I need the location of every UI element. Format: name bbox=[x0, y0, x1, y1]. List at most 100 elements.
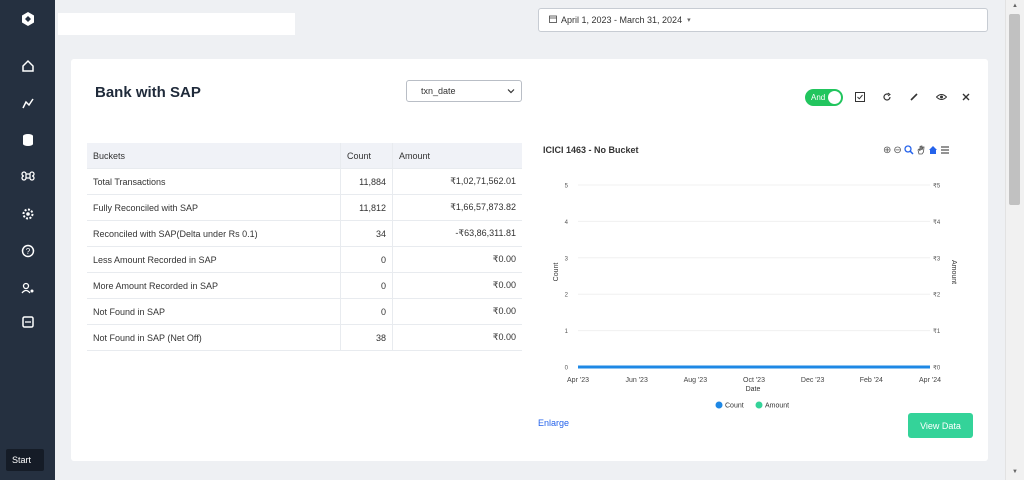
sidebar: ? Start bbox=[0, 0, 55, 480]
scroll-thumb[interactable] bbox=[1009, 14, 1020, 205]
chart-title: ICICI 1463 - No Bucket bbox=[543, 145, 639, 155]
table-row[interactable]: Less Amount Recorded in SAP 0 ₹0.00 bbox=[87, 246, 522, 273]
y2-tick-label: ₹5 bbox=[933, 183, 941, 190]
legend-label-amount: Amount bbox=[765, 403, 789, 410]
home-icon[interactable] bbox=[0, 55, 55, 77]
table-row[interactable]: More Amount Recorded in SAP 0 ₹0.00 bbox=[87, 272, 522, 299]
reset-home-icon[interactable] bbox=[928, 145, 938, 158]
toggle-label: And bbox=[811, 93, 826, 102]
count-cell: 11,812 bbox=[340, 194, 393, 221]
enlarge-link[interactable]: Enlarge bbox=[538, 418, 569, 428]
column-header-buckets[interactable]: Buckets bbox=[87, 143, 341, 169]
checkbox-icon[interactable] bbox=[853, 90, 867, 104]
date-range-value: April 1, 2023 - March 31, 2024 bbox=[561, 15, 683, 25]
refresh-icon[interactable] bbox=[880, 90, 894, 104]
y-tick-label: 0 bbox=[565, 366, 569, 372]
amount-cell: ₹0.00 bbox=[392, 324, 522, 351]
command-icon[interactable] bbox=[0, 165, 55, 187]
bucket-cell: Not Found in SAP bbox=[87, 298, 341, 325]
bucket-cell: More Amount Recorded in SAP bbox=[87, 272, 341, 299]
date-range-picker[interactable]: April 1, 2023 - March 31, 2024 ▾ bbox=[538, 8, 988, 32]
amount-cell: ₹1,66,57,873.82 bbox=[392, 194, 522, 221]
count-cell: 0 bbox=[340, 246, 393, 273]
pan-hand-icon[interactable] bbox=[916, 145, 926, 158]
x-axis-label: Date bbox=[746, 386, 761, 393]
legend-marker-count bbox=[715, 401, 723, 409]
view-data-button[interactable]: View Data bbox=[908, 413, 973, 438]
amount-cell: ₹0.00 bbox=[392, 298, 522, 325]
zoom-in-icon[interactable]: ⊕ bbox=[883, 145, 891, 158]
legend-marker-amount bbox=[755, 401, 763, 409]
y-tick-label: 2 bbox=[565, 293, 569, 299]
edit-icon[interactable] bbox=[907, 90, 921, 104]
page-scrollbar[interactable]: ▲ ▼ bbox=[1005, 0, 1024, 480]
count-cell: 0 bbox=[340, 298, 393, 325]
column-header-count[interactable]: Count bbox=[340, 143, 393, 169]
users-icon[interactable] bbox=[0, 277, 55, 299]
top-search-area[interactable] bbox=[58, 13, 295, 35]
scroll-down-arrow-icon[interactable]: ▼ bbox=[1006, 466, 1024, 478]
bucket-cell: Fully Reconciled with SAP bbox=[87, 194, 341, 221]
svg-text:?: ? bbox=[25, 247, 30, 256]
table-row[interactable]: Total Transactions 11,884 ₹1,02,71,562.01 bbox=[87, 168, 522, 195]
y-tick-label: 3 bbox=[565, 256, 569, 262]
y2-axis-label: Amount bbox=[950, 260, 957, 284]
chevron-down-icon bbox=[507, 87, 515, 97]
bucket-cell: Total Transactions bbox=[87, 168, 341, 195]
y2-tick-label: ₹3 bbox=[933, 255, 941, 262]
x-tick-label: Feb '24 bbox=[860, 377, 883, 384]
chart-toolbar: ⊕ ⊖ bbox=[883, 145, 950, 158]
bucket-cell: Reconciled with SAP(Delta under Rs 0.1) bbox=[87, 220, 341, 247]
y2-tick-label: ₹0 bbox=[933, 365, 941, 372]
table-row[interactable]: Reconciled with SAP(Delta under Rs 0.1) 3… bbox=[87, 220, 522, 247]
count-cell: 34 bbox=[340, 220, 393, 247]
calendar-icon bbox=[549, 15, 557, 25]
scroll-up-arrow-icon[interactable]: ▲ bbox=[1006, 0, 1024, 12]
magnify-icon[interactable] bbox=[904, 145, 914, 158]
amount-cell: -₹63,86,311.81 bbox=[392, 220, 522, 247]
column-header-amount[interactable]: Amount bbox=[392, 143, 522, 169]
count-cell: 38 bbox=[340, 324, 393, 351]
buckets-table: Buckets Count Amount Total Transactions 1… bbox=[87, 143, 522, 351]
chart-menu-icon[interactable] bbox=[940, 145, 950, 158]
y-tick-label: 5 bbox=[565, 184, 569, 190]
logo-icon[interactable] bbox=[0, 8, 55, 30]
date-field-select[interactable]: txn_date bbox=[406, 80, 522, 102]
y2-tick-label: ₹1 bbox=[933, 328, 941, 335]
database-icon[interactable] bbox=[0, 129, 55, 151]
y-tick-label: 1 bbox=[565, 329, 569, 335]
y2-tick-label: ₹4 bbox=[933, 219, 941, 226]
y-axis-label: Count bbox=[553, 263, 560, 282]
x-tick-label: Aug '23 bbox=[684, 377, 708, 384]
caret-down-icon: ▾ bbox=[687, 17, 691, 24]
legend-label-count: Count bbox=[725, 403, 744, 410]
close-icon[interactable] bbox=[959, 90, 973, 104]
analytics-icon[interactable] bbox=[0, 92, 55, 114]
bucket-cell: Not Found in SAP (Net Off) bbox=[87, 324, 341, 351]
x-tick-label: Apr '23 bbox=[567, 377, 589, 384]
count-cell: 0 bbox=[340, 272, 393, 299]
table-row[interactable]: Not Found in SAP 0 ₹0.00 bbox=[87, 298, 522, 325]
x-tick-label: Apr '24 bbox=[919, 377, 941, 384]
help-icon[interactable]: ? bbox=[0, 240, 55, 262]
y-tick-label: 4 bbox=[565, 220, 569, 226]
zoom-out-icon[interactable]: ⊖ bbox=[893, 145, 901, 158]
select-value: txn_date bbox=[421, 86, 456, 96]
report-icon[interactable] bbox=[0, 311, 55, 333]
bucket-cell: Less Amount Recorded in SAP bbox=[87, 246, 341, 273]
table-header-row: Buckets Count Amount bbox=[87, 143, 522, 169]
settings-icon[interactable] bbox=[0, 203, 55, 225]
table-row[interactable]: Not Found in SAP (Net Off) 38 ₹0.00 bbox=[87, 324, 522, 351]
toggle-knob bbox=[828, 91, 841, 104]
x-tick-label: Jun '23 bbox=[625, 377, 647, 384]
x-tick-label: Oct '23 bbox=[743, 377, 765, 384]
and-toggle[interactable]: And bbox=[805, 89, 843, 106]
amount-cell: ₹0.00 bbox=[392, 272, 522, 299]
card-title: Bank with SAP bbox=[95, 84, 201, 101]
eye-icon[interactable] bbox=[934, 90, 948, 104]
table-row[interactable]: Fully Reconciled with SAP 11,812 ₹1,66,57,… bbox=[87, 194, 522, 221]
line-chart: 0 1 2 3 4 5 ₹0 ₹1 ₹2 ₹3 ₹4 ₹5 Apr '23 Jun '23 Aug '2… bbox=[553, 183, 957, 410]
amount-cell: ₹1,02,71,562.01 bbox=[392, 168, 522, 195]
y2-tick-label: ₹2 bbox=[933, 292, 941, 299]
start-button[interactable]: Start bbox=[6, 449, 44, 471]
